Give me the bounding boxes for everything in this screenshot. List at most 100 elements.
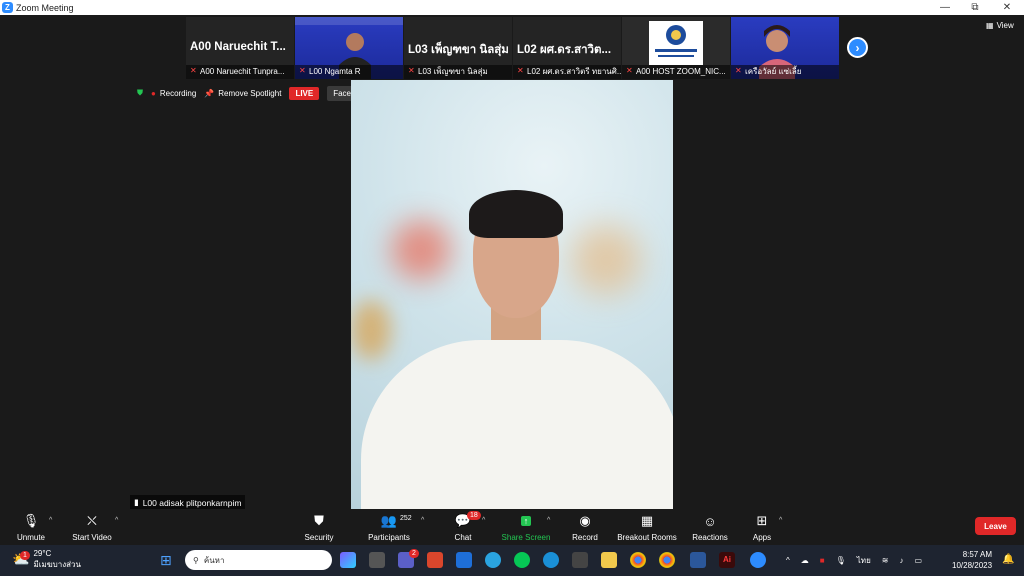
- microphone-icon[interactable]: 🎙: [836, 556, 846, 565]
- participant-tile[interactable]: A00 Naruechit T... A00 Naruechit Tunpra.…: [186, 17, 294, 79]
- speaker-icon[interactable]: ♪: [899, 556, 903, 565]
- start-video-button[interactable]: ⛌ Start Video: [68, 509, 116, 545]
- muted-mic-icon: ✕: [408, 66, 415, 75]
- speaker-name-tag: ▮ L00 adisak plitponkarnpim: [130, 495, 246, 510]
- share-screen-button[interactable]: ↑ Share Screen: [500, 509, 552, 545]
- chrome-profile-icon[interactable]: [659, 552, 675, 568]
- breakout-grid-icon: ▦: [640, 513, 654, 528]
- spotlight-video: [351, 80, 673, 510]
- weather-description: มีเมฆบางส่วน: [33, 560, 81, 569]
- chevron-up-icon[interactable]: ^: [547, 517, 550, 524]
- reactions-label: Reactions: [692, 533, 728, 542]
- participant-tile[interactable]: L00 Ngamta R ✕: [295, 17, 403, 79]
- date: 10/28/2023: [952, 561, 993, 570]
- smiley-icon: ☺: [703, 513, 717, 529]
- taskbar-search[interactable]: ⚲ ค้นหา: [185, 550, 332, 570]
- signal-icon: ▮: [134, 497, 139, 507]
- share-screen-label: Share Screen: [501, 533, 551, 542]
- line-app-icon[interactable]: [514, 552, 530, 568]
- apps-button[interactable]: ⊞ Apps: [750, 509, 774, 545]
- window-title: Zoom Meeting: [16, 2, 74, 13]
- breakout-rooms-button[interactable]: ▦ Breakout Rooms: [616, 509, 678, 545]
- muted-mic-icon: ✕: [517, 66, 524, 75]
- chat-unread-badge: 18: [467, 511, 481, 520]
- security-shield-indicator[interactable]: ⛊: [137, 85, 143, 101]
- chat-label: Chat: [454, 533, 472, 542]
- chevron-up-icon[interactable]: ^: [482, 517, 485, 524]
- illustrator-icon[interactable]: Ai: [719, 552, 735, 568]
- participant-display-name: L03 เพ็ญฑขา นิลสุ่ม: [408, 44, 509, 56]
- share-screen-icon: ↑: [520, 512, 532, 530]
- participant-tile[interactable]: A00 HOST ZOOM_NIC... ✕: [622, 17, 730, 79]
- notification-bell-icon[interactable]: 🔔: [1002, 554, 1014, 565]
- next-page-button[interactable]: ›: [847, 37, 868, 58]
- chevron-up-icon[interactable]: ^: [786, 556, 790, 565]
- meeting-stage: A00 Naruechit T... A00 Naruechit Tunpra.…: [0, 15, 1024, 510]
- app-tray-icon[interactable]: ■: [820, 556, 825, 565]
- chevron-up-icon[interactable]: ^: [421, 517, 424, 524]
- participant-tile[interactable]: L03 เพ็ญฑขา นิลสุ่ม L03 เพ็ญฑขา นิลสุ่ม …: [404, 17, 512, 79]
- security-button[interactable]: ⛊ Security: [300, 509, 338, 545]
- chevron-up-icon[interactable]: ^: [115, 517, 118, 524]
- zoom-app-icon[interactable]: [750, 552, 766, 568]
- participant-tile[interactable]: L02 ผศ.ดร.สาวิต... L02 ผศ.ดร.สาวิตรี ทยา…: [513, 17, 621, 79]
- windows-start-icon[interactable]: ⊞: [160, 552, 176, 568]
- unmute-button[interactable]: 🎙 Unmute: [14, 509, 48, 545]
- security-label: Security: [304, 533, 334, 542]
- leave-button[interactable]: Leave: [975, 517, 1016, 535]
- participants-count: 252: [400, 515, 412, 522]
- time: 8:57 AM: [962, 550, 993, 559]
- copilot-icon[interactable]: [340, 552, 356, 568]
- reactions-button[interactable]: ☺ Reactions: [690, 509, 730, 545]
- edge-icon[interactable]: [543, 552, 559, 568]
- participants-label: Participants: [368, 533, 410, 542]
- app-icon[interactable]: [427, 552, 443, 568]
- participant-thumbnails: A00 Naruechit T... A00 Naruechit Tunpra.…: [186, 17, 839, 79]
- teams-badge: 2: [409, 549, 419, 558]
- participant-tile[interactable]: เครือวัลย์ แซ่เลี้ย ✕: [731, 17, 839, 79]
- battery-icon[interactable]: ▭: [914, 556, 922, 565]
- weather-widget[interactable]: ⛅1 29°C มีเมฆบางส่วน: [12, 548, 81, 570]
- word-icon[interactable]: [690, 552, 706, 568]
- view-label: View: [996, 21, 1014, 30]
- shield-icon: ⛊: [137, 88, 143, 97]
- cloud-icon[interactable]: ☁: [801, 556, 809, 565]
- system-tray: ^ ☁ ■ 🎙 ไทย ≋ ♪ ▭: [786, 545, 922, 576]
- close-button[interactable]: ✕: [992, 0, 1022, 15]
- remove-spotlight-button[interactable]: 📌 Remove Spotlight: [204, 85, 281, 101]
- clock[interactable]: 8:57 AM 10/28/2023: [952, 549, 992, 571]
- mail-icon[interactable]: [456, 552, 472, 568]
- participant-display-name: L02 ผศ.ดร.สาวิต...: [517, 44, 612, 56]
- muted-mic-icon: 🎙: [22, 513, 40, 528]
- meeting-status-row: ⛊ ● Recording 📌 Remove Spotlight LIVE Fa…: [137, 85, 381, 101]
- recording-indicator[interactable]: ● Recording: [151, 85, 196, 101]
- view-button[interactable]: ▦ View: [986, 21, 1014, 30]
- apps-label: Apps: [752, 533, 772, 542]
- chevron-up-icon[interactable]: ^: [49, 517, 52, 524]
- language-indicator[interactable]: ไทย: [857, 554, 871, 567]
- recording-label: Recording: [159, 88, 197, 98]
- record-icon: ◉: [579, 513, 591, 528]
- task-view-icon[interactable]: [369, 552, 385, 568]
- minimize-button[interactable]: —: [930, 0, 960, 15]
- muted-mic-icon: ✕: [626, 66, 633, 75]
- chrome-icon[interactable]: [630, 552, 646, 568]
- participant-label: L03 เพ็ญฑขา นิลสุ่ม: [404, 65, 512, 79]
- muted-mic-icon: ✕: [190, 66, 197, 75]
- participant-label: L02 ผศ.ดร.สาวิตรี ทยานศิ...: [513, 65, 621, 79]
- unmute-label: Unmute: [16, 533, 45, 542]
- browser-icon[interactable]: [485, 552, 501, 568]
- wifi-icon[interactable]: ≋: [882, 556, 889, 565]
- weather-icon: ⛅1: [12, 550, 30, 566]
- record-button[interactable]: ◉ Record: [570, 509, 600, 545]
- store-icon[interactable]: [572, 552, 588, 568]
- live-badge[interactable]: LIVE: [289, 86, 320, 100]
- muted-mic-icon: ✕: [299, 66, 306, 75]
- zoom-logo-icon: Z: [2, 2, 13, 13]
- record-label: Record: [572, 533, 598, 542]
- restore-button[interactable]: ⧉: [960, 0, 990, 15]
- chevron-up-icon[interactable]: ^: [779, 517, 782, 524]
- meeting-toolbar: 🎙 Unmute ^ ⛌ Start Video ^ ⛊ Security 👥 …: [0, 509, 1024, 545]
- grid-icon: ▦: [986, 21, 994, 30]
- file-explorer-icon[interactable]: [601, 552, 617, 568]
